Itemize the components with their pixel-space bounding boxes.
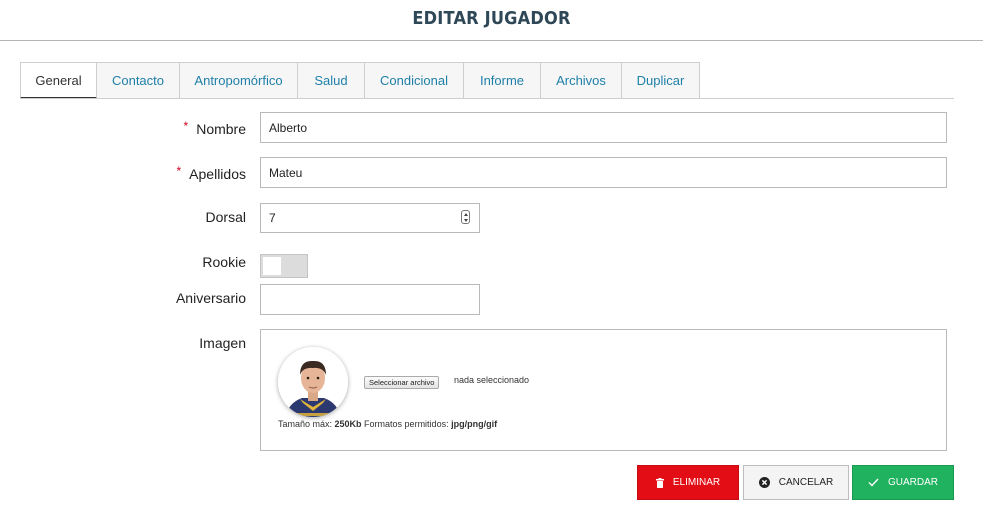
rookie-label: Rookie	[202, 254, 246, 270]
save-label: GUARDAR	[887, 477, 938, 488]
save-button[interactable]: GUARDAR	[852, 465, 954, 500]
hint-max-size: 250Kb	[334, 419, 362, 429]
cancel-button[interactable]: CANCELAR	[743, 465, 849, 500]
apellidos-label-text: Apellidos	[189, 166, 246, 182]
tab-salud[interactable]: Salud	[298, 62, 365, 99]
required-marker: *	[183, 119, 189, 133]
tab-condicional[interactable]: Condicional	[365, 62, 464, 99]
tab-duplicar[interactable]: Duplicar	[622, 62, 700, 99]
nombre-input[interactable]: Alberto	[260, 112, 947, 143]
close-circle-icon	[758, 477, 770, 488]
apellidos-label: * Apellidos	[176, 164, 247, 182]
toggle-knob	[263, 257, 281, 275]
upload-hint: Tamaño máx: 250Kb Formatos permitidos: j…	[278, 419, 497, 429]
dorsal-number-input[interactable]: 7	[260, 203, 480, 233]
delete-label: ELIMINAR	[672, 477, 721, 488]
cancel-label: CANCELAR	[778, 477, 834, 488]
dorsal-label: Dorsal	[205, 209, 246, 225]
tab-contacto[interactable]: Contacto	[97, 62, 180, 99]
tab-antropomorfico[interactable]: Antropomórfico	[180, 62, 298, 99]
hint-formats-prefix: Formatos permitidos:	[361, 419, 452, 429]
aniversario-label: Aniversario	[175, 290, 246, 306]
rookie-toggle[interactable]	[260, 254, 308, 278]
player-avatar	[278, 347, 348, 417]
title-divider	[0, 40, 983, 41]
required-marker: *	[176, 164, 182, 178]
check-icon	[868, 478, 879, 487]
tab-informe[interactable]: Informe	[464, 62, 541, 99]
nombre-label: * Nombre	[183, 119, 246, 137]
dorsal-value: 7	[269, 211, 276, 225]
tab-archivos[interactable]: Archivos	[541, 62, 622, 99]
trash-icon	[655, 477, 664, 488]
nombre-label-text: Nombre	[196, 121, 246, 137]
hint-size-prefix: Tamaño máx:	[278, 419, 335, 429]
tab-general[interactable]: General	[20, 62, 97, 99]
file-status-text: nada seleccionado	[454, 375, 530, 385]
tabs-underline	[20, 98, 954, 99]
stepper-icon[interactable]	[461, 210, 470, 224]
image-upload-panel: Seleccionar archivo nada seleccionado Ta…	[260, 329, 947, 451]
aniversario-input[interactable]	[260, 284, 480, 315]
page-title: EDITAR JUGADOR	[412, 8, 571, 29]
nombre-value: Alberto	[269, 120, 308, 135]
choose-file-button[interactable]: Seleccionar archivo	[364, 376, 440, 389]
tab-bar: General Contacto Antropomórfico Salud Co…	[20, 62, 700, 99]
apellidos-value: Mateu	[269, 165, 303, 180]
hint-formats: jpg/png/gif	[451, 419, 498, 429]
imagen-label: Imagen	[199, 335, 246, 351]
delete-button[interactable]: ELIMINAR	[637, 465, 739, 500]
apellidos-input[interactable]: Mateu	[260, 157, 947, 188]
